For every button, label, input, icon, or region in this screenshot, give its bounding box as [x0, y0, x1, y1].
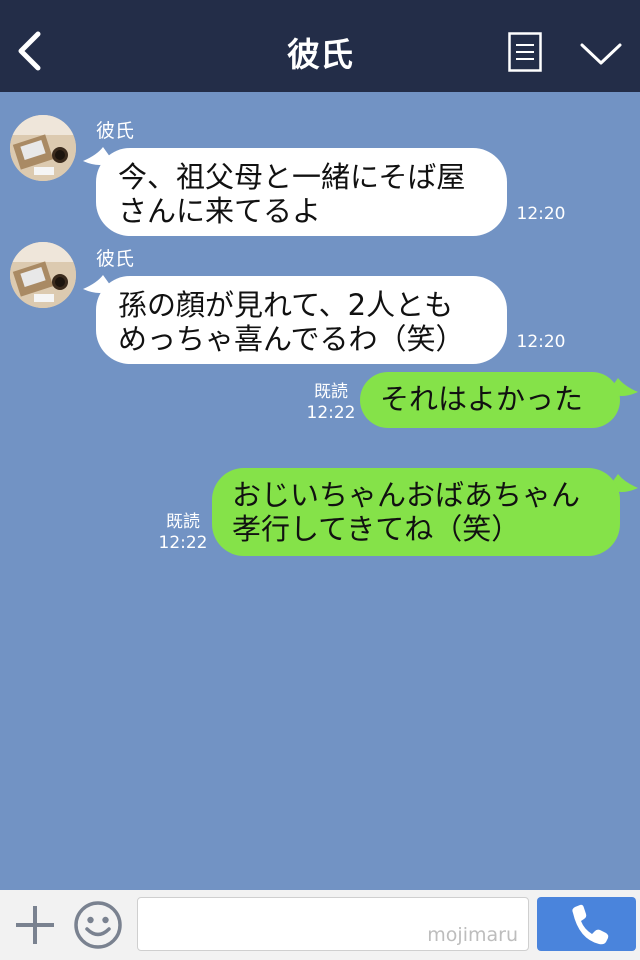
- read-label: 既読: [314, 382, 348, 402]
- message-input[interactable]: mojimaru: [137, 897, 529, 951]
- message-bubble[interactable]: おじいちゃんおばあちゃん 孝行してきてね（笑）: [212, 468, 620, 556]
- menu-button[interactable]: [508, 32, 542, 72]
- avatar[interactable]: [10, 242, 76, 308]
- collapse-button[interactable]: [578, 38, 624, 68]
- read-receipt: 既読 12:22: [306, 382, 356, 424]
- message-bubble[interactable]: 今、祖父母と一緒にそば屋 さんに来てるよ: [96, 148, 507, 236]
- menu-list-icon: [508, 32, 542, 72]
- sender-name: 彼氏: [96, 120, 135, 142]
- message-text-line: さんに来てるよ: [118, 194, 322, 228]
- sender-name: 彼氏: [96, 248, 135, 270]
- plus-icon: [16, 906, 54, 944]
- watermark: mojimaru: [427, 924, 518, 946]
- chat-header: 彼氏: [0, 0, 640, 92]
- message-text-line: それはよかった: [380, 382, 584, 416]
- phone-icon: [572, 904, 609, 945]
- emoji-button[interactable]: [73, 900, 123, 950]
- smiley-icon: [74, 901, 122, 949]
- message-bubble[interactable]: それはよかった: [360, 372, 620, 428]
- call-button[interactable]: [537, 897, 636, 951]
- message-bubble[interactable]: 孫の顔が見れて、2人とも めっちゃ喜んでるわ（笑）: [96, 276, 507, 364]
- message-text-line: 孫の顔が見れて、2人とも: [118, 288, 454, 322]
- message-text-line: おじいちゃんおばあちゃん: [232, 478, 581, 512]
- read-receipt: 既読 12:22: [158, 512, 208, 554]
- chevron-down-icon: [580, 43, 622, 65]
- avatar[interactable]: [10, 115, 76, 181]
- message-time: 12:22: [306, 403, 356, 423]
- message-text-line: めっちゃ喜んでるわ（笑）: [118, 322, 465, 356]
- message-text-line: 孝行してきてね（笑）: [232, 512, 521, 546]
- message-time: 12:22: [158, 533, 208, 553]
- message-time: 12:20: [516, 332, 566, 352]
- message-text-line: 今、祖父母と一緒にそば屋: [118, 160, 466, 194]
- add-button[interactable]: [14, 904, 56, 946]
- chat-title: 彼氏: [287, 35, 353, 74]
- message-time: 12:20: [516, 204, 566, 224]
- read-label: 既読: [166, 512, 200, 532]
